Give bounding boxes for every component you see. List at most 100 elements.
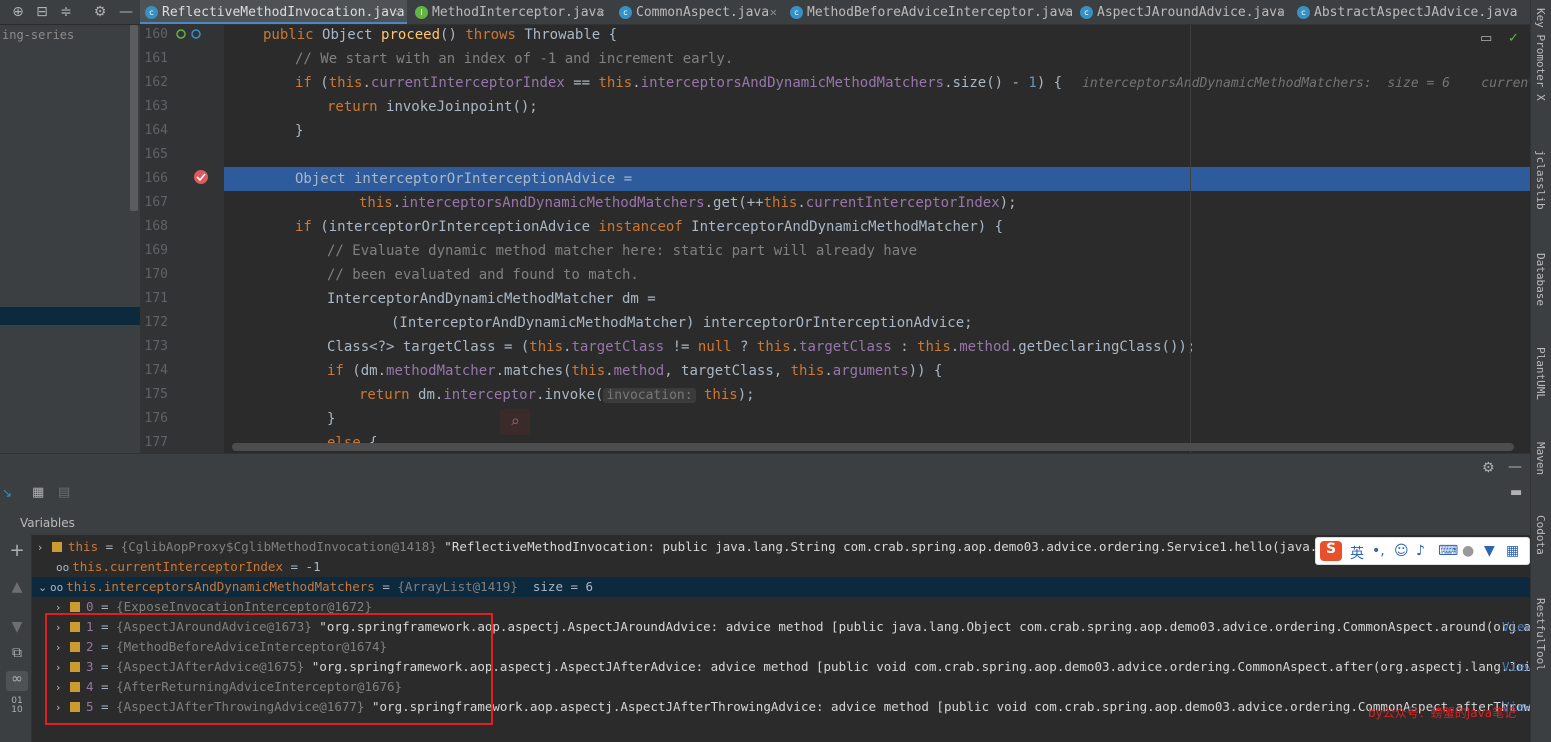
code-token: return [359,387,419,403]
code-token: . [790,339,800,355]
project-tree-item[interactable]: ing-series [2,28,74,42]
ime-language[interactable]: 英 [1350,543,1364,563]
code-token: method [613,363,665,379]
code-token: methodMatcher [386,363,496,379]
chevron-right-icon[interactable]: › [38,538,50,558]
search-icon[interactable]: ⌕ [500,409,530,435]
variable-name: this.interceptorsAndDynamicMethodMatcher… [66,579,375,594]
debug-inline-value: interceptorsAndDynamicMethodMatchers: si… [1082,76,1530,91]
minimize-icon[interactable]: — [118,4,134,20]
line-number: 164 [144,123,168,138]
options-icon[interactable]: ▬ [1510,485,1522,500]
arrow-up-icon[interactable]: ▲ [9,579,25,595]
watch-glasses-icon: oo [56,561,70,574]
collapse-icon[interactable]: ⊟ [34,4,50,20]
arrow-down-icon[interactable]: ▼ [9,619,25,635]
code-token: this [704,387,738,403]
tab-common-aspect[interactable]: c CommonAspect.java ✕ [614,0,782,24]
tool-label: Key Promoter X [1534,8,1547,101]
keyboard-icon[interactable]: ⌨ [1438,543,1458,559]
ime-toolbar: S 英 •, ☺ ♪ ⌨ ● ▼ ▦ [1315,537,1530,565]
tool-codota[interactable]: Codota [1534,515,1547,555]
editor-gutter: 160 161 162 163 164 165 166 167 168 169 … [140,25,224,453]
close-icon[interactable]: ✕ [598,0,605,24]
add-watch-icon[interactable]: + [9,542,25,560]
code-line-175: return dm.interceptor.invoke(invocation:… [224,383,1530,407]
close-icon[interactable]: ✕ [770,0,777,24]
code-token: .get(++ [704,195,764,211]
tab-aspectj-around-advice[interactable]: c AspectJAroundAdvice.java ✕ [1075,0,1290,24]
tool-jclasslib[interactable]: jclasslib [1534,150,1547,210]
tab-label: ReflectiveMethodInvocation.java [162,5,405,20]
tool-restfultool[interactable]: RestfulTool [1534,598,1547,671]
project-toolbar: ⊕ ⊟ ≑ ⚙ — [0,0,140,25]
tab-method-before-advice-interceptor[interactable]: c MethodBeforeAdviceInterceptor.java ✕ [785,0,1075,24]
project-selected-row[interactable] [0,307,140,325]
breakpoint-icon[interactable] [193,169,209,185]
grid-menu-icon[interactable]: ▦ [1506,543,1519,559]
close-icon[interactable]: ✕ [1278,0,1285,24]
code-token: this [598,75,633,91]
line-number: 173 [144,339,168,354]
variable-row-this[interactable]: › this = {CglibAopProxy$CglibMethodInvoca… [32,537,1530,557]
field-icon [52,542,62,552]
microphone-icon[interactable]: ♪ [1416,543,1425,559]
tool-maven[interactable]: Maven [1534,442,1547,475]
view-link[interactable]: View [1502,617,1530,637]
user-icon[interactable]: ● [1462,543,1474,559]
close-icon[interactable]: ✕ [395,0,402,24]
sogou-logo-icon[interactable]: S [1320,541,1342,561]
code-token: .matches( [495,363,572,379]
code-token: this [756,339,791,355]
override-icon[interactable] [176,27,206,41]
code-token: ) { [1036,75,1063,91]
table-icon[interactable]: ▦ [32,485,44,500]
minimize-icon[interactable]: — [1508,459,1522,475]
project-scrollbar[interactable] [130,25,138,211]
reader-mode-icon[interactable]: ▭ [1480,31,1492,46]
code-token: Object [322,27,382,43]
chevron-down-icon[interactable]: ⌄ [38,578,50,598]
tool-plantuml[interactable]: PlantUML [1534,347,1547,400]
code-token: this [359,195,393,211]
code-token: this [763,195,798,211]
variable-row-interceptors[interactable]: ⌄ oo this.interceptorsAndDynamicMethodMatc… [32,577,1530,597]
globe-icon[interactable]: ⊕ [10,4,26,20]
code-token: ? [731,339,757,355]
binary-icon[interactable]: 01 10 [9,697,25,715]
close-icon[interactable]: ✕ [1063,0,1070,24]
tool-database[interactable]: Database [1534,253,1547,306]
emoji-icon[interactable]: ☺ [1394,543,1409,559]
code-token: currentInterceptorIndex [805,195,1000,211]
tab-label: AspectJAroundAdvice.java [1097,5,1285,20]
watches-glasses-icon[interactable]: ∞ [6,671,28,691]
code-token: : [891,339,918,355]
tab-label: AbstractAspectJAdvice.java [1314,5,1518,20]
layout-icon[interactable]: ▤ [58,485,70,500]
punctuation-icon[interactable]: •, [1372,543,1385,559]
class-icon: c [145,6,158,19]
code-editor[interactable]: public Object proceed() throws Throwable… [224,25,1530,453]
tool-key-promoter-x[interactable]: Key Promoter X [1534,8,1547,101]
code-token: arguments [832,363,909,379]
code-line-168: if (interceptorOrInterceptionAdvice inst… [224,215,1530,239]
gear-icon[interactable]: ⚙ [92,4,108,20]
expand-icon[interactable]: ≑ [58,4,74,20]
horizontal-scrollbar[interactable] [232,443,1514,451]
tab-abstract-aspectj-advice[interactable]: c AbstractAspectJAdvice.java [1292,0,1530,24]
copy-icon[interactable]: ⧉ [9,645,25,661]
gear-icon[interactable]: ⚙ [1482,460,1495,476]
variable-value: -1 [305,559,321,574]
variable-row-current-interceptor-index[interactable]: oo this.currentInterceptorIndex = -1 [32,557,1530,577]
tab-method-interceptor[interactable]: I MethodInterceptor.java ✕ [410,0,610,24]
skin-icon[interactable]: ▼ [1484,543,1495,559]
tab-reflective-method-invocation[interactable]: c ReflectiveMethodInvocation.java ✕ [140,0,407,24]
view-link[interactable]: View [1502,657,1530,677]
code-token: null [697,339,732,355]
code-token: interceptorsAndDynamicMethodMatchers [401,195,705,211]
line-number: 169 [144,243,168,258]
step-icon[interactable]: ↘ [2,486,12,500]
code-token: invokeJoinpoint(); [386,99,538,115]
project-panel: ing-series [0,25,140,453]
